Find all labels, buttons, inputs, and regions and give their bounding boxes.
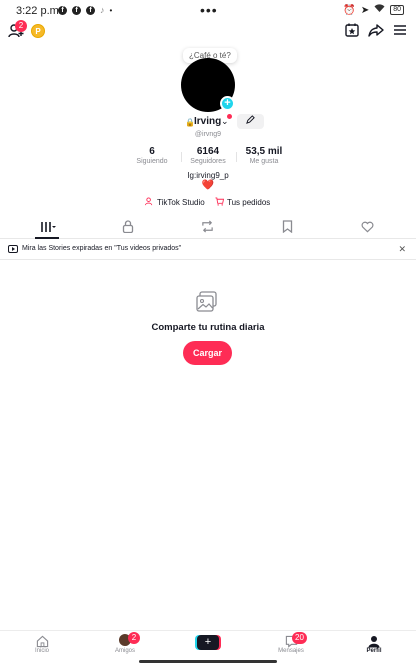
stat-label: Me gusta bbox=[249, 158, 279, 165]
battery-icon: 80 bbox=[390, 5, 404, 15]
profile-links: TikTok Studio Tus pedidos bbox=[0, 197, 416, 209]
nav-home[interactable]: Inicio bbox=[17, 634, 67, 654]
notification-dot bbox=[227, 114, 232, 119]
tab-private[interactable] bbox=[88, 215, 168, 239]
username[interactable]: Irving bbox=[194, 116, 221, 127]
heart-emoji: ❤️ bbox=[201, 180, 215, 191]
bookmark-icon bbox=[282, 220, 292, 234]
inbox-icon bbox=[266, 634, 316, 648]
friends-badge: 2 bbox=[128, 632, 140, 644]
profile-stats: 6 Siguiendo 6164 Seguidores 53,5 mil Me … bbox=[0, 146, 416, 170]
wifi-icon bbox=[374, 4, 385, 16]
heart-icon bbox=[361, 221, 373, 233]
status-time: 3:22 p.m. bbox=[16, 5, 62, 17]
coin-icon[interactable]: P bbox=[31, 24, 45, 38]
bio-text: Ig:irving9_p bbox=[187, 171, 229, 180]
banner-text: Mira las Stories expiradas en "Tus video… bbox=[22, 245, 182, 252]
tiktok-studio-label: TikTok Studio bbox=[157, 198, 205, 207]
add-story-icon[interactable]: + bbox=[220, 96, 235, 111]
nav-label: Inicio bbox=[34, 648, 49, 654]
tiktok-studio-link[interactable]: TikTok Studio bbox=[145, 197, 205, 208]
tab-saved[interactable] bbox=[247, 215, 327, 239]
status-bar: 3:22 p.m. f f f ♪ • ••• ⏰ ➤ 80 bbox=[0, 0, 416, 20]
username-row: 🔒 Irving ⌄ bbox=[0, 114, 416, 130]
nav-label: Amigos bbox=[114, 648, 135, 654]
orders-link[interactable]: Tus pedidos bbox=[215, 197, 270, 208]
facebook-icon: f bbox=[58, 5, 67, 15]
stat-value: 53,5 mil bbox=[245, 146, 283, 157]
top-right-icons bbox=[344, 22, 408, 38]
tab-liked[interactable] bbox=[327, 215, 407, 239]
divider bbox=[236, 152, 237, 162]
orders-label: Tus pedidos bbox=[227, 198, 271, 207]
dot-icon: • bbox=[109, 5, 113, 15]
lock-icon bbox=[122, 220, 134, 234]
cart-icon bbox=[215, 197, 225, 208]
location-icon: ➤ bbox=[360, 4, 370, 16]
tab-reposts[interactable] bbox=[167, 215, 247, 239]
facebook-icon: f bbox=[86, 5, 95, 15]
share-icon[interactable] bbox=[368, 22, 384, 38]
user-gear-icon bbox=[145, 197, 154, 208]
profile-icon bbox=[349, 634, 399, 648]
video-icon bbox=[8, 245, 18, 253]
pencil-icon bbox=[246, 115, 255, 124]
stat-value: 6164 bbox=[196, 146, 220, 157]
user-handle: @irvng9 bbox=[194, 131, 222, 138]
gesture-bar bbox=[139, 660, 277, 663]
stat-followers[interactable]: 6164 Seguidores bbox=[186, 146, 230, 165]
notification-icons: f f f ♪ • bbox=[58, 5, 112, 15]
profile-tabs bbox=[0, 215, 416, 239]
create-button[interactable]: + bbox=[197, 635, 219, 650]
empty-state-title: Comparte tu rutina diaria bbox=[151, 322, 265, 333]
upload-button[interactable]: Cargar bbox=[183, 341, 232, 365]
stat-label: Siguiendo bbox=[136, 158, 168, 165]
tab-videos[interactable] bbox=[8, 215, 88, 239]
menu-icon[interactable] bbox=[392, 22, 408, 38]
photo-gallery-icon bbox=[195, 290, 219, 314]
friends-avatar-icon bbox=[100, 634, 150, 648]
nav-messages[interactable]: Mensajes 20 bbox=[266, 632, 316, 654]
stat-label: Seguidores bbox=[190, 158, 226, 165]
system-icons: ⏰ ➤ 80 bbox=[343, 4, 404, 16]
repost-icon bbox=[201, 220, 213, 233]
facebook-icon: f bbox=[72, 5, 81, 15]
home-icon bbox=[17, 634, 67, 648]
divider bbox=[181, 152, 182, 162]
nav-label: Perfil bbox=[366, 648, 382, 654]
stat-following[interactable]: 6 Siguiendo bbox=[132, 146, 172, 165]
messages-badge: 20 bbox=[292, 632, 307, 644]
stat-value: 6 bbox=[149, 146, 155, 157]
nav-label: Mensajes bbox=[278, 648, 304, 654]
tiktok-notification-icon: ♪ bbox=[100, 5, 105, 15]
grid-icon bbox=[41, 222, 56, 232]
calendar-star-icon[interactable] bbox=[344, 22, 360, 38]
edit-profile-button[interactable] bbox=[237, 114, 264, 129]
plus-icon: + bbox=[204, 636, 212, 648]
status-center-dots: ••• bbox=[200, 2, 218, 18]
add-friends-badge: 2 bbox=[15, 20, 27, 32]
nav-profile[interactable]: Perfil bbox=[349, 634, 399, 654]
profile-top-bar: 2 P bbox=[0, 20, 416, 42]
close-icon[interactable]: ✕ bbox=[398, 244, 406, 255]
stories-banner[interactable]: Mira las Stories expiradas en "Tus video… bbox=[0, 240, 416, 260]
active-tab-indicator bbox=[35, 237, 59, 239]
nav-friends[interactable]: Amigos 2 bbox=[100, 632, 150, 654]
alarm-icon: ⏰ bbox=[343, 4, 356, 16]
stat-likes[interactable]: 53,5 mil Me gusta bbox=[241, 146, 287, 165]
